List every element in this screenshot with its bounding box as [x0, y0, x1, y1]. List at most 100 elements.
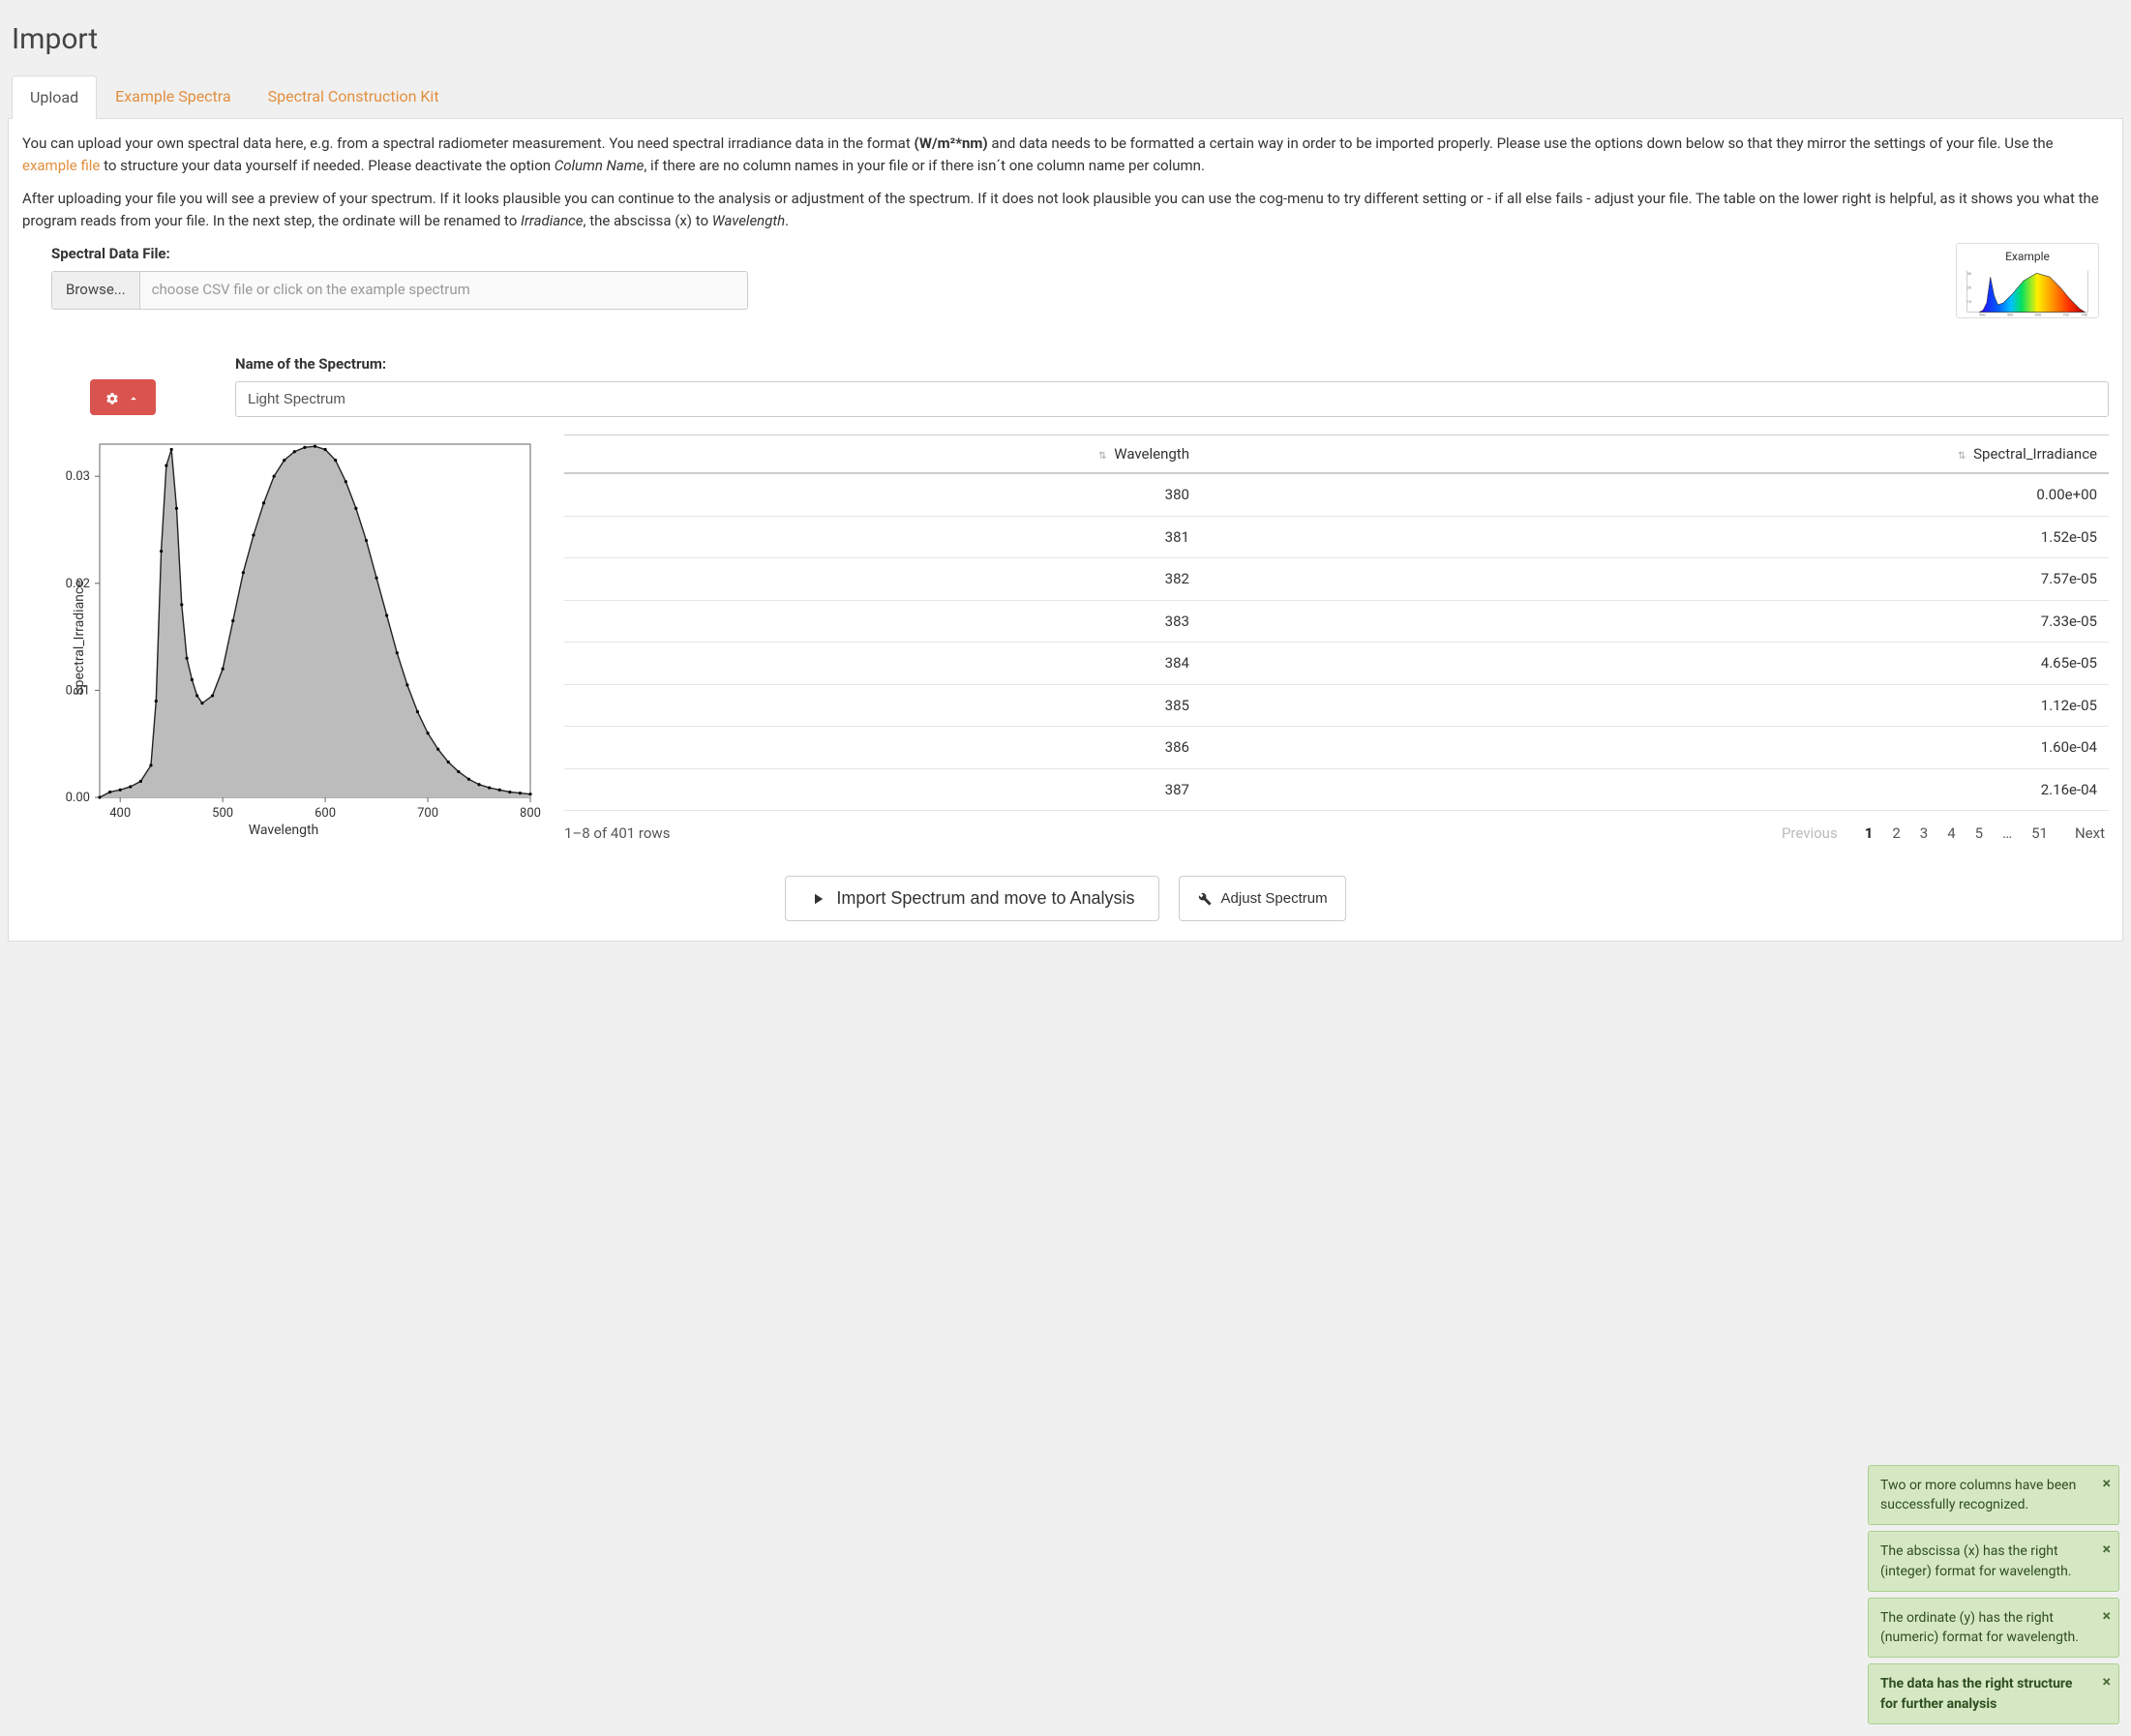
toast-stack: × Two or more columns have been successfu… [1868, 1465, 2119, 1724]
svg-text:400: 400 [1979, 312, 1985, 316]
adjust-button-label: Adjust Spectrum [1221, 890, 1328, 907]
table-cell: 385 [564, 684, 1201, 727]
table-cell: 1.12e-05 [1201, 684, 2109, 727]
close-icon[interactable]: × [2103, 1670, 2112, 1692]
intro-text: and data needs to be formatted a certain… [988, 135, 2054, 152]
intro-bold: (W/m²*nm) [914, 135, 987, 152]
table-cell: 384 [564, 643, 1201, 685]
intro-text: , the abscissa (x) to [584, 212, 712, 229]
file-placeholder: choose CSV file or click on the example … [140, 272, 747, 309]
table-cell: 0.00e+00 [1201, 473, 2109, 516]
table-cell: 1.60e-04 [1201, 727, 2109, 769]
intro-text: . [785, 212, 789, 229]
svg-text:0.00: 0.00 [66, 791, 90, 805]
svg-text:20: 20 [1967, 285, 1971, 290]
pager-page[interactable]: 51 [2027, 823, 2052, 844]
pager-page[interactable]: 1 [1861, 823, 1877, 844]
intro-em: Column Name [555, 157, 645, 174]
close-icon[interactable]: × [2103, 1472, 2112, 1494]
pager-page[interactable]: 4 [1943, 823, 1959, 844]
col-header-label: Wavelength [1114, 445, 1189, 463]
svg-text:400: 400 [109, 806, 131, 821]
tab-spectral-construction-kit[interactable]: Spectral Construction Kit [250, 75, 458, 118]
adjust-button[interactable]: Adjust Spectrum [1179, 876, 1346, 921]
table-cell: 2.16e-04 [1201, 768, 2109, 811]
toast-success: × Two or more columns have been successfu… [1868, 1465, 2119, 1526]
import-button[interactable]: Import Spectrum and move to Analysis [785, 876, 1158, 921]
cog-menu-button[interactable] [90, 379, 156, 414]
data-table: ⇅ Wavelength ⇅ Spectral_Irradiance 3800.… [564, 434, 2109, 812]
pager-ellipsis: … [1998, 823, 2016, 844]
table-row: 3861.60e-04 [564, 727, 2109, 769]
col-header-wavelength[interactable]: ⇅ Wavelength [564, 434, 1201, 473]
svg-text:10: 10 [1967, 299, 1971, 304]
col-header-spectral-irradiance[interactable]: ⇅ Spectral_Irradiance [1201, 434, 2109, 473]
intro-paragraph-2: After uploading your file you will see a… [22, 188, 2109, 231]
browse-button[interactable]: Browse... [52, 272, 140, 309]
tab-upload[interactable]: Upload [12, 75, 97, 119]
table-pager: Previous 12345 … 51 Next [1778, 821, 2109, 847]
spectrum-chart: Spectral_Irradiance 0.000.010.020.034005… [22, 434, 545, 841]
svg-text:0.02: 0.02 [66, 576, 90, 590]
intro-text: to structure your data yourself if neede… [100, 157, 554, 174]
svg-text:0.01: 0.01 [66, 683, 90, 698]
tab-example-spectra[interactable]: Example Spectra [97, 75, 249, 118]
close-icon[interactable]: × [2103, 1538, 2112, 1560]
table-row: 3851.12e-05 [564, 684, 2109, 727]
table-cell: 386 [564, 727, 1201, 769]
toast-text: The data has the right structure for fur… [1880, 1676, 2072, 1711]
wrench-icon [1197, 890, 1212, 907]
svg-text:700: 700 [417, 806, 438, 821]
intro-text: , if there are no column names in your f… [644, 157, 1205, 174]
intro-em: Irradiance [521, 212, 583, 229]
page-title: Import [12, 17, 2119, 61]
table-cell: 380 [564, 473, 1201, 516]
sort-icon: ⇅ [1958, 451, 1966, 462]
svg-text:500: 500 [2007, 312, 2013, 316]
toast-text: Two or more columns have been successful… [1880, 1478, 2076, 1512]
toast-success: × The data has the right structure for fu… [1868, 1663, 2119, 1724]
upload-panel: You can upload your own spectral data he… [8, 119, 2123, 942]
svg-text:780: 780 [2082, 312, 2087, 316]
intro-text: After uploading your file you will see a… [22, 190, 2099, 229]
table-row-info: 1–8 of 401 rows [564, 823, 670, 845]
table-cell: 387 [564, 768, 1201, 811]
intro-text: You can upload your own spectral data he… [22, 135, 914, 152]
intro-paragraph-1: You can upload your own spectral data he… [22, 133, 2109, 176]
svg-text:600: 600 [2035, 312, 2041, 316]
table-cell: 381 [564, 516, 1201, 558]
pager-previous[interactable]: Previous [1778, 821, 1842, 847]
file-input[interactable]: Browse... choose CSV file or click on th… [51, 271, 748, 310]
table-row: 3837.33e-05 [564, 600, 2109, 643]
pager-page[interactable]: 5 [1971, 823, 1987, 844]
col-header-label: Spectral_Irradiance [1973, 445, 2097, 463]
gear-icon [105, 389, 119, 404]
table-cell: 383 [564, 600, 1201, 643]
svg-text:700: 700 [2062, 312, 2068, 316]
file-input-label: Spectral Data File: [51, 243, 1927, 265]
table-row: 3811.52e-05 [564, 516, 2109, 558]
toast-text: The abscissa (x) has the right (integer)… [1880, 1543, 2071, 1578]
pager-page[interactable]: 3 [1916, 823, 1932, 844]
close-icon[interactable]: × [2103, 1604, 2112, 1627]
table-row: 3872.16e-04 [564, 768, 2109, 811]
spectrum-name-label: Name of the Spectrum: [235, 353, 2109, 375]
table-cell: 4.65e-05 [1201, 643, 2109, 685]
play-icon [809, 888, 826, 909]
svg-text:600: 600 [315, 806, 336, 821]
example-thumbnail[interactable]: Example 30 20 10 400 500 600 700 780 [1956, 243, 2099, 318]
tab-bar: Upload Example Spectra Spectral Construc… [8, 75, 2123, 119]
example-file-link[interactable]: example file [22, 157, 100, 174]
spectrum-name-input[interactable] [235, 381, 2109, 417]
toast-success: × The abscissa (x) has the right (integer… [1868, 1531, 2119, 1592]
table-cell: 382 [564, 558, 1201, 601]
svg-text:0.03: 0.03 [66, 469, 90, 484]
pager-page[interactable]: 2 [1888, 823, 1904, 844]
import-button-label: Import Spectrum and move to Analysis [836, 888, 1134, 909]
svg-text:500: 500 [212, 806, 233, 821]
toast-text: The ordinate (y) has the right (numeric)… [1880, 1610, 2079, 1645]
example-thumbnail-caption: Example [1963, 248, 2092, 265]
table-cell: 7.33e-05 [1201, 600, 2109, 643]
table-footer: 1–8 of 401 rows Previous 12345 … 51 Next [564, 821, 2109, 847]
pager-next[interactable]: Next [2071, 821, 2109, 847]
